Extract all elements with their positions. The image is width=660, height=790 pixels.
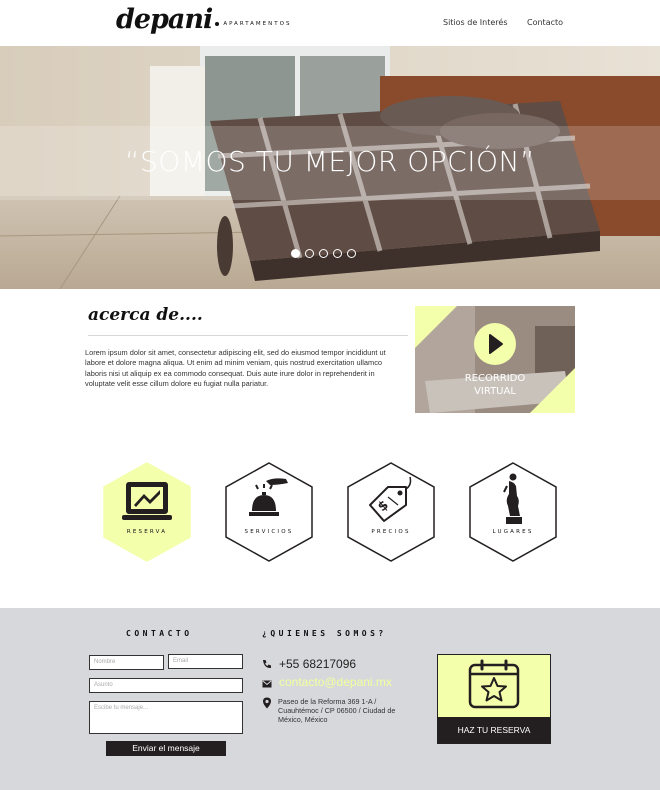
feature-servicios[interactable]: SERVICIOS	[225, 462, 313, 562]
site-header: depani APARTAMENTOS Sitios de Interés Co…	[0, 0, 660, 46]
contact-email-row: contacto@depani.mx	[262, 675, 392, 689]
reserve-button[interactable]: HAZ TU RESERVA	[438, 717, 550, 743]
feature-lugares[interactable]: LUGARES	[469, 462, 557, 562]
logo-dot	[215, 21, 220, 26]
contact-phone-row: +55 68217096	[262, 657, 356, 671]
contact-address: Paseo de la Reforma 369 1-A / Cuauhtémoc…	[278, 697, 396, 724]
about-divider	[88, 335, 408, 336]
slider-dot-3[interactable]	[319, 249, 328, 258]
slider-dot-5[interactable]	[347, 249, 356, 258]
contact-email[interactable]: contacto@depani.mx	[279, 675, 392, 689]
virtual-tour-label-line2: VIRTUAL	[474, 386, 516, 397]
email-field[interactable]: Email	[168, 654, 243, 669]
virtual-tour-label-line1: RECORRIDO	[464, 373, 526, 384]
feature-label: LUGARES	[492, 529, 534, 535]
logo-subtitle: APARTAMENTOS	[223, 20, 292, 27]
contact-phone[interactable]: +55 68217096	[279, 657, 356, 671]
nav-link-contacto[interactable]: Contacto	[527, 18, 563, 27]
hero-title: “SOMOS TU MEJOR OPCIÓN”	[125, 145, 535, 178]
subject-field[interactable]: Asunto	[89, 678, 243, 693]
slider-dot-2[interactable]	[305, 249, 314, 258]
phone-icon	[263, 660, 271, 669]
slider-dot-1[interactable]	[291, 249, 300, 258]
about-text: Lorem ipsum dolor sit amet, consectetur …	[85, 348, 386, 389]
play-icon[interactable]	[473, 322, 517, 366]
envelope-icon	[262, 680, 272, 688]
virtual-tour-label: RECORRIDO VIRTUAL	[415, 372, 575, 398]
contact-address-row: Paseo de la Reforma 369 1-A / Cuauhtémoc…	[262, 697, 408, 724]
hero-slider: “SOMOS TU MEJOR OPCIÓN”	[0, 46, 660, 289]
about-us-heading: ¿QUIENES SOMOS?	[262, 629, 387, 638]
feature-label: RESERVA	[126, 529, 168, 535]
laptop-icon	[122, 482, 172, 520]
reserve-card[interactable]: HAZ TU RESERVA	[437, 654, 551, 744]
about-title: acerca de....	[88, 305, 203, 325]
statue-icon	[503, 473, 522, 524]
nav-link-sitios[interactable]: Sitios de Interés	[443, 18, 508, 27]
contact-heading: CONTACTO	[126, 629, 193, 638]
price-tag-icon: $	[369, 476, 412, 522]
slider-dot-4[interactable]	[333, 249, 342, 258]
slider-dots	[291, 249, 356, 258]
message-field[interactable]: Escibe tu mensaje...	[89, 701, 243, 734]
name-field[interactable]: Nombre	[89, 655, 164, 670]
virtual-tour-video[interactable]: RECORRIDO VIRTUAL	[415, 306, 575, 413]
feature-label: SERVICIOS	[244, 529, 294, 535]
logo[interactable]: depani APARTAMENTOS	[116, 4, 291, 35]
send-message-button[interactable]: Enviar el mensaje	[106, 741, 226, 756]
logo-text: depani	[116, 4, 213, 35]
feature-label: PRECIOS	[371, 529, 411, 535]
location-pin-icon	[263, 697, 271, 709]
calendar-star-icon	[468, 659, 520, 709]
feature-reserva[interactable]: RESERVA	[103, 462, 191, 562]
reception-bell-icon	[249, 478, 288, 516]
feature-precios[interactable]: $ PRECIOS	[347, 462, 435, 562]
